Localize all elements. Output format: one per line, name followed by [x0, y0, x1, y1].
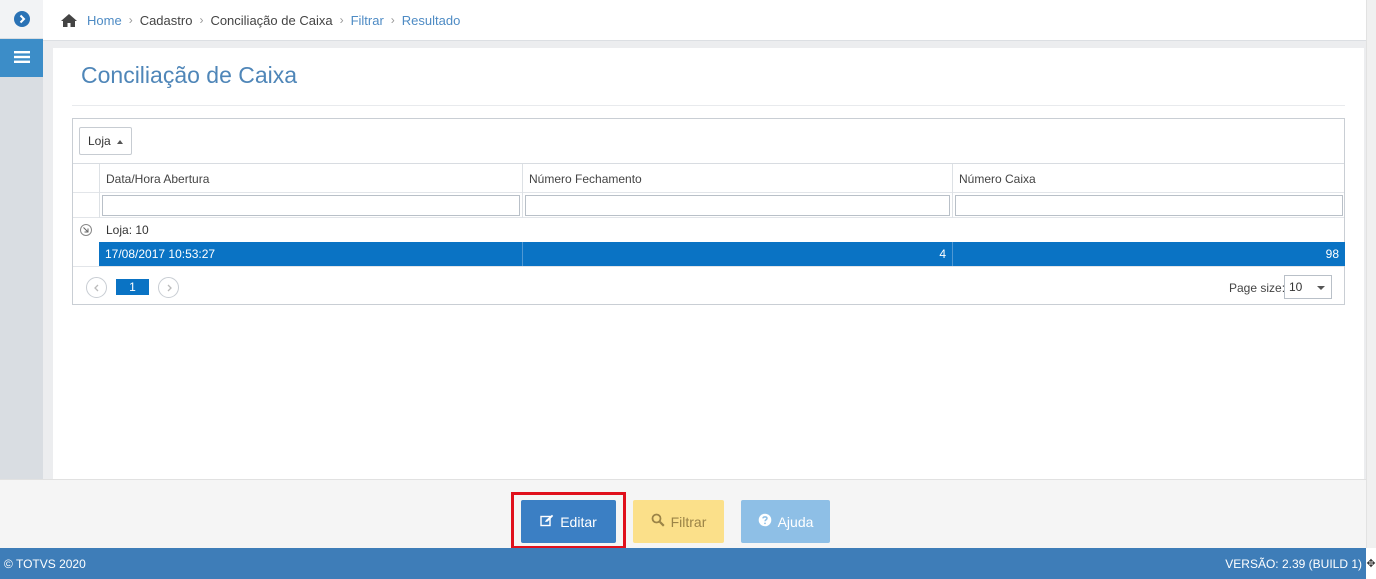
- page-title: Conciliação de Caixa: [81, 62, 298, 88]
- version-text: VERSÃO: 2.39 (BUILD 1): [1225, 556, 1362, 571]
- copyright-text: © TOTVS 2020: [4, 556, 86, 571]
- next-page-button[interactable]: [158, 277, 179, 298]
- page-size-select[interactable]: 10: [1284, 275, 1332, 299]
- filter-numero-caixa-input[interactable]: [955, 195, 1343, 216]
- cell-numero-caixa: 98: [952, 242, 1345, 266]
- chevron-down-icon: [1317, 286, 1325, 290]
- edit-button-label: Editar: [560, 513, 597, 530]
- breadcrumb-resultado[interactable]: Resultado: [402, 13, 461, 28]
- current-page[interactable]: 1: [116, 279, 149, 295]
- edit-icon: [540, 514, 554, 530]
- collapse-group-icon[interactable]: [80, 224, 92, 236]
- breadcrumb-conciliacao: Conciliação de Caixa: [210, 12, 333, 28]
- menu-icon: [13, 50, 30, 67]
- left-rail: [0, 0, 43, 548]
- filter-button[interactable]: Filtrar: [633, 500, 724, 543]
- breadcrumb: Home › Cadastro › Conciliação de Caixa ›…: [43, 0, 1366, 41]
- group-label: Loja: 10: [106, 223, 149, 237]
- column-header-data-hora-abertura[interactable]: Data/Hora Abertura: [99, 164, 522, 193]
- search-icon: [651, 513, 665, 530]
- table-row[interactable]: 17/08/2017 10:53:27 4 98: [99, 242, 1345, 266]
- group-chip-label: Loja: [88, 134, 111, 148]
- page-size-label: Page size:: [1229, 281, 1286, 295]
- group-chip-loja[interactable]: Loja: [79, 127, 132, 155]
- question-circle-icon: [758, 513, 772, 530]
- column-header-numero-fechamento[interactable]: Número Fechamento: [522, 164, 952, 193]
- breadcrumb-filtrar[interactable]: Filtrar: [351, 13, 384, 28]
- group-row: Loja: 10: [73, 218, 1344, 242]
- home-icon[interactable]: [60, 13, 78, 28]
- resize-handle-icon[interactable]: ✥: [1366, 548, 1376, 579]
- chevron-right-icon: ›: [199, 13, 204, 27]
- help-button[interactable]: Ajuda: [741, 500, 830, 543]
- chevron-right-icon: ›: [339, 13, 344, 27]
- expand-sidebar-button[interactable]: [0, 0, 43, 38]
- footer: © TOTVS 2020 VERSÃO: 2.39 (BUILD 1): [0, 548, 1366, 579]
- edit-button[interactable]: Editar: [521, 500, 616, 543]
- filter-cell: [522, 193, 952, 218]
- chevron-right-icon: ›: [128, 13, 133, 27]
- page-size-value: 10: [1289, 280, 1303, 294]
- cell-data-hora-abertura: 17/08/2017 10:53:27: [105, 247, 216, 261]
- filter-button-label: Filtrar: [670, 513, 707, 530]
- chevron-right-icon: [13, 11, 30, 27]
- filter-cell: [99, 193, 522, 218]
- filter-cell: [952, 193, 1345, 218]
- grid-filter-row: [73, 193, 1344, 218]
- hamburger-menu-button[interactable]: [0, 39, 43, 77]
- help-button-label: Ajuda: [777, 513, 814, 530]
- vertical-scrollbar[interactable]: [1366, 0, 1376, 548]
- filter-data-hora-abertura-input[interactable]: [102, 195, 520, 216]
- breadcrumb-home[interactable]: Home: [87, 13, 122, 28]
- sort-up-icon: [116, 139, 123, 144]
- breadcrumb-cadastro: Cadastro: [139, 12, 193, 28]
- grid-header-row: Data/Hora Abertura Número Fechamento Núm…: [73, 164, 1344, 193]
- cell-numero-fechamento: 4: [522, 242, 952, 266]
- group-bar: Loja: [73, 119, 1344, 164]
- column-header-numero-caixa[interactable]: Número Caixa: [952, 164, 1345, 193]
- previous-page-button[interactable]: [86, 277, 107, 298]
- result-grid: Loja Data/Hora Abertura Número Fechament…: [72, 118, 1345, 305]
- divider: [72, 105, 1345, 106]
- chevron-right-icon: ›: [390, 13, 395, 27]
- pager: 1 Page size: 10: [73, 266, 1344, 305]
- filter-numero-fechamento-input[interactable]: [525, 195, 950, 216]
